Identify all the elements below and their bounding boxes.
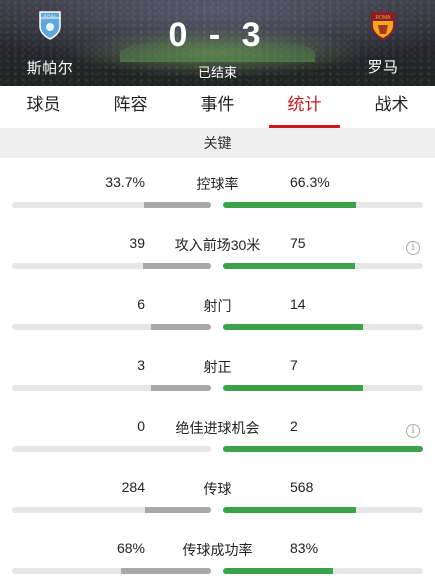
away-bar-track	[223, 202, 423, 208]
away-bar-fill	[223, 202, 356, 208]
home-bar-track	[12, 202, 211, 208]
away-value: 2	[290, 418, 298, 434]
away-bar-track	[223, 324, 423, 330]
roma-crest-icon: ROMA	[370, 10, 396, 40]
stat-row-final-third-entries: 39 攻入前场30米 75 i	[0, 219, 435, 280]
stat-row-shots-on-target: 3 射正 7	[0, 341, 435, 402]
stat-name: 传球	[203, 481, 232, 497]
stat-row-passes: 284 传球 568	[0, 463, 435, 524]
tab-players[interactable]: 球员	[0, 86, 87, 128]
tab-bar: 球员 阵容 事件 统计 战术	[0, 86, 435, 128]
home-bar-fill	[144, 507, 211, 513]
away-value: 568	[290, 479, 314, 495]
away-bar-track	[223, 385, 423, 391]
away-value: 75	[290, 235, 306, 251]
stat-row-possession: 33.7% 控球率 66.3%	[0, 158, 435, 219]
away-value: 14	[290, 296, 306, 312]
tab-events[interactable]: 事件	[174, 86, 261, 128]
away-bar-fill	[223, 385, 363, 391]
stat-row-pass-accuracy: 68% 传球成功率 83%	[0, 524, 435, 585]
away-bar-fill	[223, 446, 423, 452]
away-bar-track	[223, 507, 423, 513]
away-team-name: 罗马	[367, 59, 399, 76]
info-icon[interactable]: i	[406, 424, 420, 438]
section-header-key: 关键	[0, 128, 435, 158]
away-bar-fill	[223, 568, 333, 574]
away-crest-text: ROMA	[376, 15, 392, 21]
home-bar-track	[12, 324, 211, 330]
away-team[interactable]: ROMA 罗马	[343, 10, 423, 77]
stat-row-big-chances: 0 绝佳进球机会 2 i	[0, 402, 435, 463]
home-bar-track	[12, 385, 211, 391]
home-bar-fill	[143, 202, 211, 208]
stat-name: 射门	[203, 298, 232, 314]
tab-tactics[interactable]: 战术	[348, 86, 435, 128]
info-icon[interactable]: i	[406, 241, 420, 255]
away-bar-fill	[223, 324, 363, 330]
away-value: 66.3%	[290, 174, 330, 190]
stat-name: 传球成功率	[182, 542, 253, 558]
tab-lineup[interactable]: 阵容	[87, 86, 174, 128]
home-bar-track	[12, 263, 211, 269]
tab-stats[interactable]: 统计	[261, 86, 348, 128]
home-bar-fill	[151, 385, 211, 391]
home-bar-track	[12, 507, 211, 513]
stat-name: 控球率	[196, 176, 239, 192]
stat-name: 射正	[203, 359, 232, 375]
away-bar-track	[223, 568, 423, 574]
away-bar-fill	[223, 263, 355, 269]
stats-list: 33.7% 控球率 66.3% 39 攻入前场30米 75 i 6 射门 14 …	[0, 158, 435, 585]
home-bar-track	[12, 446, 211, 452]
home-bar-fill	[142, 263, 211, 269]
away-value: 83%	[290, 540, 319, 556]
away-bar-track	[223, 263, 423, 269]
home-bar-fill	[121, 568, 211, 574]
match-header: S.P.A.L 斯帕尔 0 - 3 已结束 ROMA 罗马	[0, 0, 435, 86]
stat-name: 攻入前场30米	[174, 237, 261, 253]
stat-name: 绝佳进球机会	[175, 420, 260, 436]
away-bar-track	[223, 446, 423, 452]
stat-row-shots: 6 射门 14	[0, 280, 435, 341]
home-bar-track	[12, 568, 211, 574]
away-value: 7	[290, 357, 298, 373]
away-bar-fill	[223, 507, 357, 513]
home-bar-fill	[151, 324, 211, 330]
